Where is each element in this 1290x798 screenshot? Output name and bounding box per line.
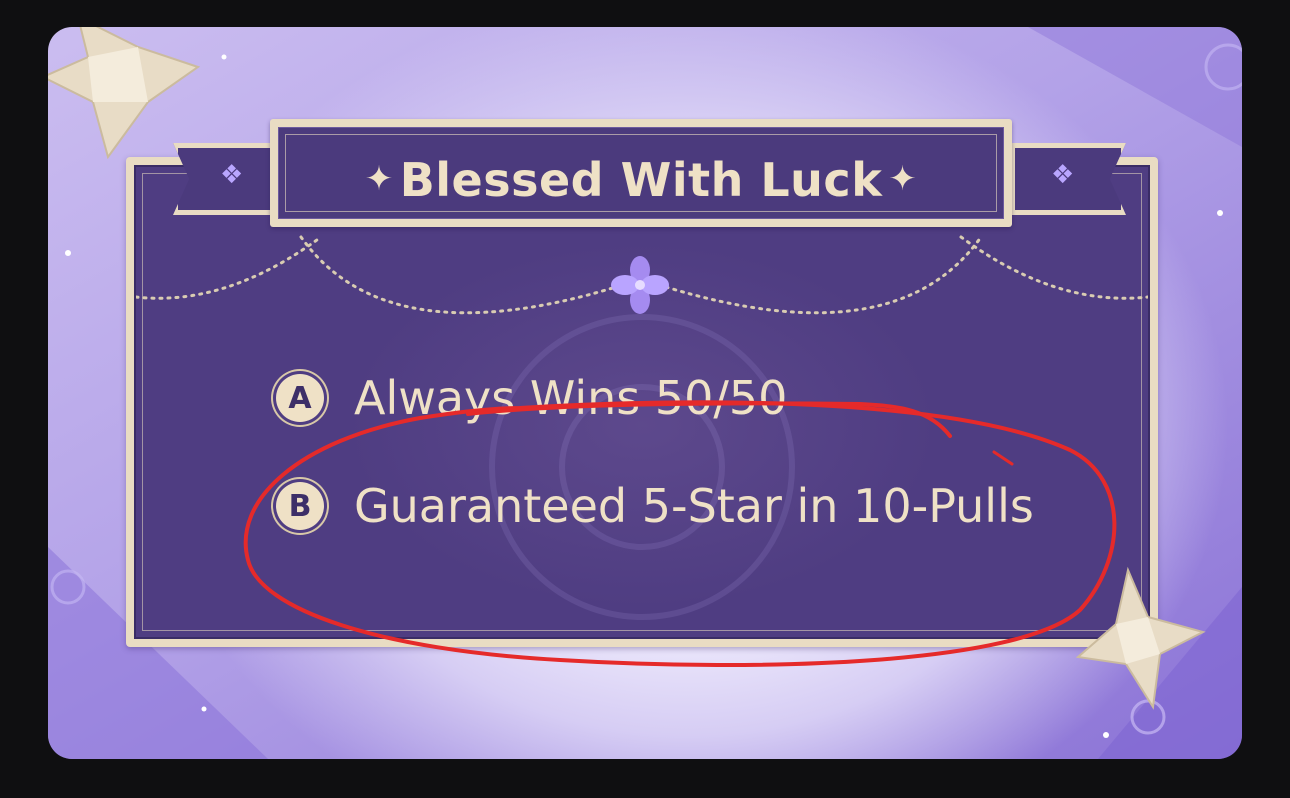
option-text: Always Wins 50/50 bbox=[354, 371, 788, 425]
event-card: ❖ ❖ ✦ Blessed With Luck ✦ A Always Wins 50… bbox=[48, 27, 1242, 759]
sparkle-icon: ✦ bbox=[888, 159, 918, 199]
option-text: Guaranteed 5-Star in 10-Pulls bbox=[354, 479, 1034, 533]
sparkle-icon: ✦ bbox=[364, 159, 394, 199]
diamond-gem-icon: ❖ bbox=[1051, 160, 1075, 190]
paper-star-icon bbox=[48, 27, 201, 160]
option-a[interactable]: A Always Wins 50/50 bbox=[276, 371, 787, 425]
title-banner: ✦ Blessed With Luck ✦ bbox=[270, 119, 1012, 227]
option-letter-badge: B bbox=[276, 482, 324, 530]
four-petal-flower-icon bbox=[611, 256, 669, 314]
banner-title: ✦ Blessed With Luck ✦ bbox=[364, 153, 918, 207]
diamond-gem-icon: ❖ bbox=[220, 160, 244, 190]
ribbon-wing-right: ❖ bbox=[1010, 143, 1126, 215]
option-b[interactable]: B Guaranteed 5-Star in 10-Pulls bbox=[276, 479, 1034, 533]
option-letter-badge: A bbox=[276, 374, 324, 422]
paper-star-icon bbox=[1075, 566, 1206, 710]
